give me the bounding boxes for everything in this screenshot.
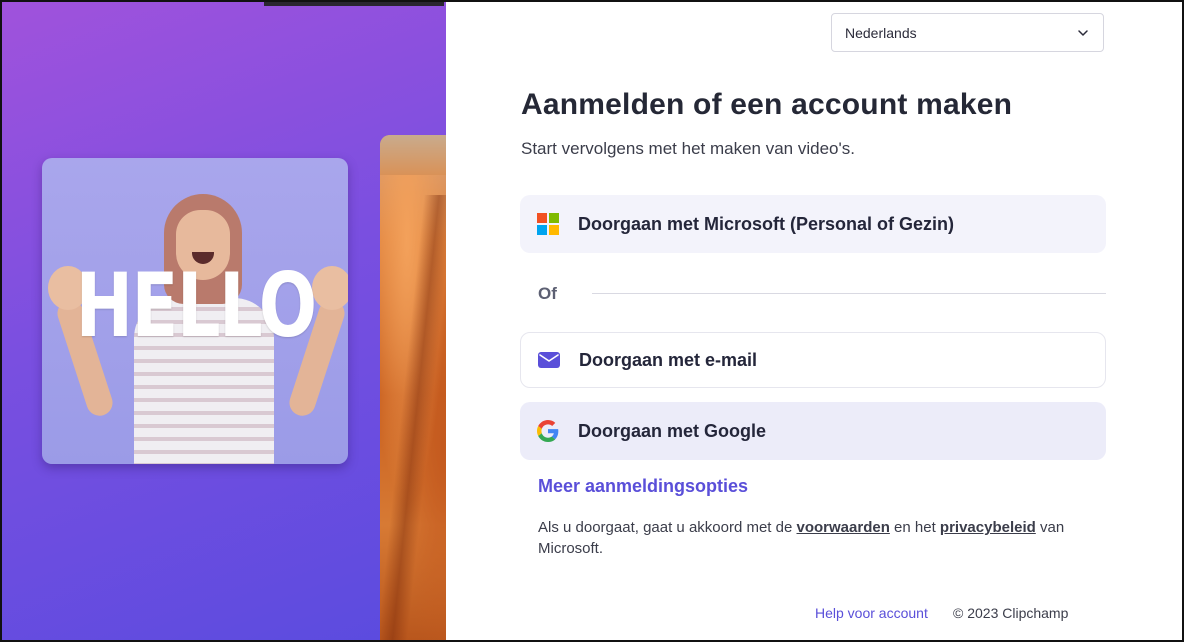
or-divider: Of bbox=[538, 282, 1106, 304]
more-sign-in-options-link[interactable]: Meer aanmeldingsopties bbox=[538, 476, 748, 497]
person-hand-right bbox=[312, 266, 348, 310]
page-title: Aanmelden of een account maken bbox=[521, 88, 1013, 121]
continue-with-email-button[interactable]: Doorgaan met e-mail bbox=[520, 332, 1106, 388]
divider-line bbox=[592, 293, 1106, 294]
envelope-icon bbox=[538, 349, 560, 371]
terms-notice: Als u doorgaat, gaat u akkoord met de vo… bbox=[538, 517, 1098, 559]
page-subtitle: Start vervolgens met het maken van video… bbox=[521, 139, 855, 158]
terms-prefix: Als u doorgaat, gaat u akkoord met de bbox=[538, 519, 797, 536]
terms-middle: en het bbox=[889, 519, 940, 536]
language-select[interactable]: Nederlands bbox=[831, 13, 1104, 52]
language-select-value: Nederlands bbox=[845, 24, 917, 41]
or-divider-label: Of bbox=[538, 284, 557, 303]
continue-with-google-button[interactable]: Doorgaan met Google bbox=[520, 402, 1106, 460]
hero-panel: HELLO bbox=[2, 2, 446, 640]
copyright-text: © 2023 Clipchamp bbox=[953, 605, 1069, 621]
microsoft-logo-icon bbox=[537, 213, 559, 235]
google-button-label: Doorgaan met Google bbox=[578, 420, 767, 441]
hello-video-thumbnail: HELLO bbox=[42, 158, 348, 464]
chevron-down-icon bbox=[1078, 29, 1088, 36]
google-logo-icon bbox=[537, 420, 559, 442]
continue-with-microsoft-button[interactable]: Doorgaan met Microsoft (Personal of Gezi… bbox=[520, 195, 1106, 253]
hello-overlay-text: HELLO bbox=[75, 254, 317, 357]
account-help-link[interactable]: Help voor account bbox=[815, 605, 928, 621]
hero-top-strip bbox=[264, 2, 444, 6]
canyon-shadow bbox=[380, 195, 446, 640]
email-button-label: Doorgaan met e-mail bbox=[579, 349, 758, 370]
window-frame: HELLO Nederlands Aanmelden of een accoun… bbox=[0, 0, 1184, 642]
terms-link[interactable]: voorwaarden bbox=[797, 519, 890, 536]
canyon-video-thumbnail bbox=[380, 135, 446, 640]
microsoft-button-label: Doorgaan met Microsoft (Personal of Gezi… bbox=[578, 213, 955, 234]
privacy-link[interactable]: privacybeleid bbox=[940, 519, 1036, 536]
canyon-ridge bbox=[380, 135, 446, 175]
